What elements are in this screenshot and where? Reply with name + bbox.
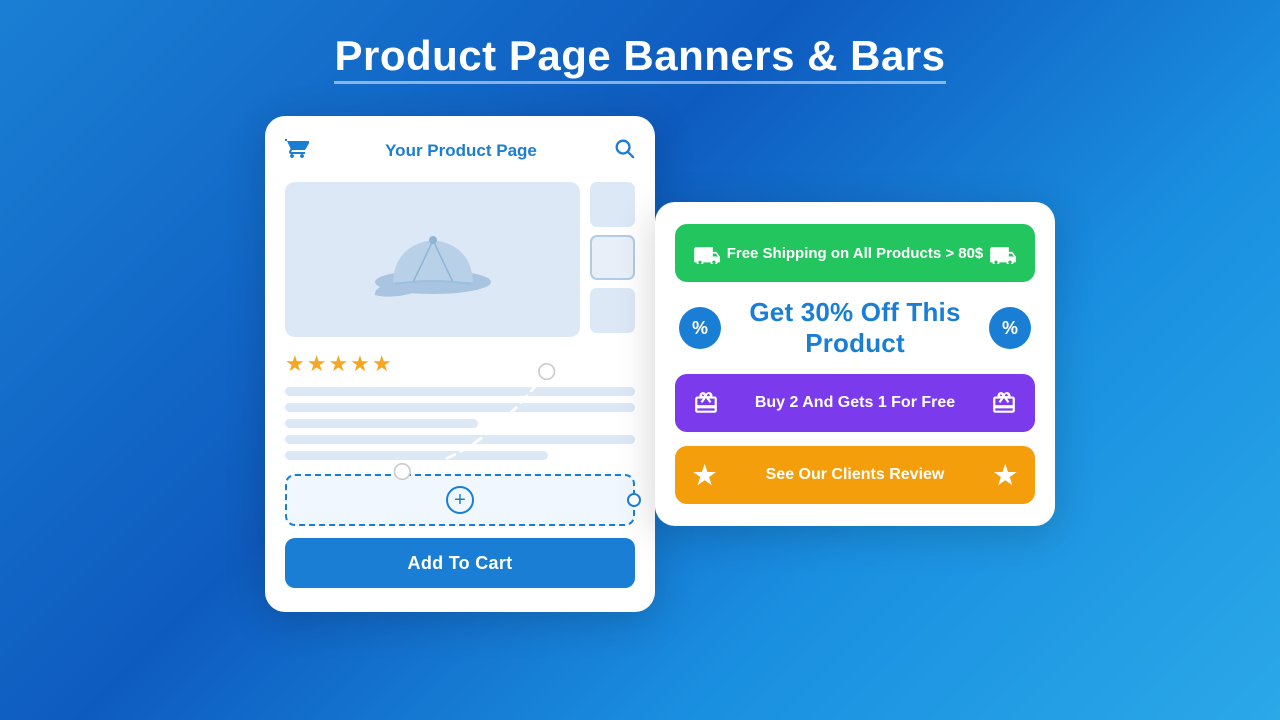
star-icon-left: ★ (693, 460, 716, 491)
free-shipping-label: Free Shipping on All Products > 80$ (727, 245, 984, 262)
review-label: See Our Clients Review (766, 466, 945, 484)
discount-badge-right: % (989, 307, 1031, 349)
product-description-lines (285, 387, 635, 460)
product-card-header: Your Product Page (285, 136, 635, 166)
add-to-cart-button[interactable]: Add To Cart (285, 538, 635, 588)
page-title: Product Page Banners & Bars (334, 32, 945, 80)
review-banner[interactable]: ★ See Our Clients Review ★ (675, 446, 1035, 504)
product-card: Your Product Page (265, 116, 655, 612)
line-5 (285, 451, 548, 460)
shipping-icon-right (989, 242, 1017, 264)
thumbnail-1 (590, 182, 635, 227)
discount-label: Get 30% Off This Product (721, 297, 989, 359)
line-1 (285, 387, 635, 396)
cart-icon (285, 136, 309, 166)
buy2-label: Buy 2 And Gets 1 For Free (755, 394, 955, 412)
discount-banner[interactable]: % Get 30% Off This Product % (675, 296, 1035, 360)
product-main-image (285, 182, 580, 337)
thumbnail-2 (590, 235, 635, 280)
connector-dot-left (627, 493, 641, 507)
add-banner-icon[interactable]: + (446, 486, 474, 514)
shipping-icon-left (693, 242, 721, 264)
search-icon (613, 137, 635, 165)
star-icon-right: ★ (994, 460, 1017, 491)
line-3 (285, 419, 478, 428)
gift-icon-left (693, 390, 719, 416)
gift-icon-right (991, 390, 1017, 416)
main-content: Your Product Page (0, 116, 1280, 612)
product-page-label: Your Product Page (385, 141, 537, 161)
thumbnail-3 (590, 288, 635, 333)
buy2-banner[interactable]: Buy 2 And Gets 1 For Free (675, 374, 1035, 432)
star-rating: ★★★★★ (285, 351, 635, 377)
banner-placeholder[interactable]: + (285, 474, 635, 526)
free-shipping-banner[interactable]: Free Shipping on All Products > 80$ (675, 224, 1035, 282)
product-thumbnails (590, 182, 635, 337)
product-image-area (285, 182, 635, 337)
discount-badge-left: % (679, 307, 721, 349)
line-2 (285, 403, 635, 412)
line-4 (285, 435, 635, 444)
banners-panel: Free Shipping on All Products > 80$ % Ge… (655, 202, 1055, 526)
